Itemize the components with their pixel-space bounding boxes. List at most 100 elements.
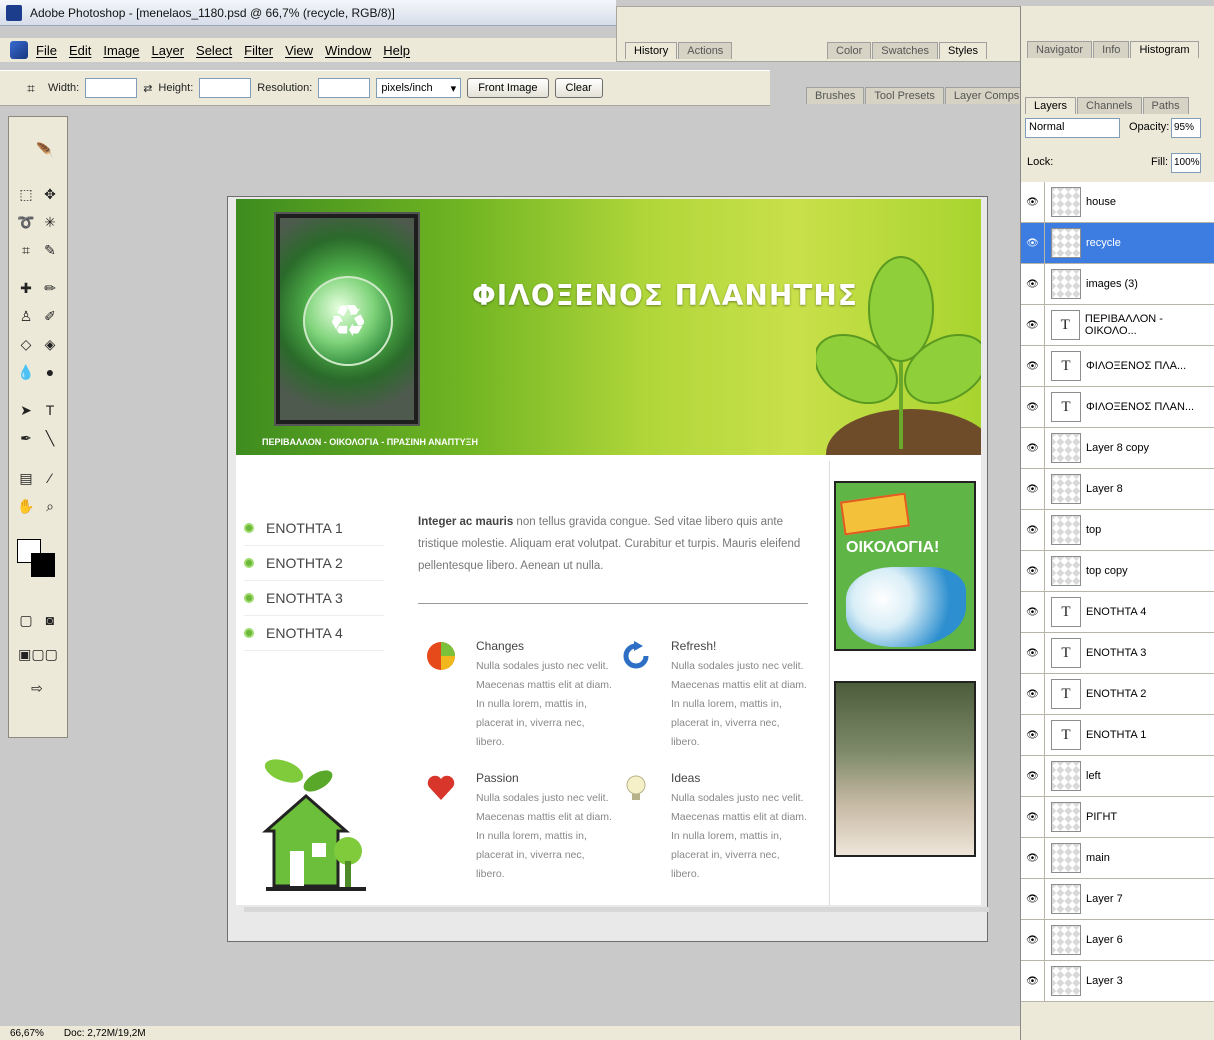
history-brush-tool-icon[interactable]: ✐ [39, 305, 61, 327]
photoshop-feather-icon[interactable] [10, 41, 28, 59]
move-tool-icon[interactable]: ✥ [39, 183, 61, 205]
layer-row[interactable]: 👁 top copy [1021, 551, 1214, 592]
tab-color[interactable]: Color [827, 42, 872, 59]
layer-row[interactable]: 👁 left [1021, 756, 1214, 797]
eye-icon[interactable]: 👁 [1021, 551, 1045, 591]
units-select[interactable]: pixels/inch ▾ [376, 78, 462, 98]
lasso-tool-icon[interactable]: ➰ [15, 211, 37, 233]
layer-row[interactable]: 👁 Layer 6 [1021, 920, 1214, 961]
eye-icon[interactable]: 👁 [1021, 920, 1045, 960]
nav-item-3[interactable]: ΕΝΟΤΗΤΑ 3 [244, 581, 384, 616]
layer-row[interactable]: 👁 Layer 8 [1021, 469, 1214, 510]
tab-swatches[interactable]: Swatches [872, 42, 938, 59]
layer-row[interactable]: 👁 main [1021, 838, 1214, 879]
eye-icon[interactable]: 👁 [1021, 182, 1045, 222]
magic-wand-tool-icon[interactable]: ✳ [39, 211, 61, 233]
layer-row[interactable]: 👁 recycle [1021, 223, 1214, 264]
tab-navigator[interactable]: Navigator [1027, 41, 1093, 58]
menu-select[interactable]: Select [196, 43, 232, 58]
layer-row[interactable]: 👁 T ΠΕΡΙΒΑΛΛΟΝ - ΟΙΚΟΛΟ... [1021, 305, 1214, 346]
layer-row[interactable]: 👁 T ΦΙΛΟΞΕΝΟΣ ΠΛΑ... [1021, 346, 1214, 387]
tab-layer-comps[interactable]: Layer Comps [944, 87, 1029, 104]
zoom-level[interactable]: 66,67% [10, 1028, 44, 1039]
tab-channels[interactable]: Channels [1077, 97, 1142, 114]
dodge-tool-icon[interactable]: ● [39, 361, 61, 383]
eye-icon[interactable]: 👁 [1021, 428, 1045, 468]
tab-actions[interactable]: Actions [678, 42, 733, 59]
notes-tool-icon[interactable]: ▤ [15, 467, 37, 489]
marquee-tool-icon[interactable]: ⬚ [15, 183, 37, 205]
eyedropper-tool-icon[interactable]: ⁄ [39, 467, 61, 489]
tab-history[interactable]: History [625, 42, 678, 59]
eye-icon[interactable]: 👁 [1021, 469, 1045, 509]
quick-mask-icon[interactable]: ◙ [39, 609, 61, 631]
standard-mode-icon[interactable]: ▢ [15, 609, 37, 631]
press-conference-photo[interactable] [834, 681, 976, 857]
front-image-button[interactable]: Front Image [467, 78, 549, 98]
eye-icon[interactable]: 👁 [1021, 346, 1045, 386]
menu-layer[interactable]: Layer [152, 43, 185, 58]
nav-item-2[interactable]: ΕΝΟΤΗΤΑ 2 [244, 546, 384, 581]
menu-filter[interactable]: Filter [244, 43, 273, 58]
height-input[interactable] [199, 78, 252, 98]
eye-icon[interactable]: 👁 [1021, 674, 1045, 714]
width-input[interactable] [85, 78, 138, 98]
doc-size[interactable]: Doc: 2,72M/19,2M [64, 1028, 146, 1039]
tab-tool-presets[interactable]: Tool Presets [865, 87, 944, 104]
type-tool-icon[interactable]: T [39, 399, 61, 421]
eye-icon[interactable]: 👁 [1021, 879, 1045, 919]
eraser-tool-icon[interactable]: ◇ [15, 333, 37, 355]
hand-tool-icon[interactable]: ✋ [15, 495, 37, 517]
tab-layers[interactable]: Layers [1025, 97, 1077, 114]
blur-tool-icon[interactable]: 💧 [15, 361, 37, 383]
layer-row[interactable]: 👁 T ΕΝΟΤΗΤΑ 1 [1021, 715, 1214, 756]
blend-mode-select[interactable]: Normal [1025, 118, 1120, 138]
ecology-ad-banner[interactable]: ΟΙΚΟΛΟΓΙΑ! [834, 481, 976, 651]
menu-image[interactable]: Image [103, 43, 139, 58]
eye-icon[interactable]: 👁 [1021, 633, 1045, 673]
layer-row[interactable]: 👁 images (3) [1021, 264, 1214, 305]
layer-row[interactable]: 👁 T ΕΝΟΤΗΤΑ 4 [1021, 592, 1214, 633]
document-canvas[interactable]: ♻ ΦΙΛΟΞΕΝΟΣ ΠΛΑΝΗΤΗΣ ΠΕΡΙΒΑΛΛΟΝ - ΟΙΚΟΛΟ… [227, 196, 989, 942]
eye-icon[interactable]: 👁 [1021, 387, 1045, 427]
swap-icon[interactable]: ⇄ [143, 82, 152, 95]
paint-bucket-tool-icon[interactable]: ◈ [39, 333, 61, 355]
line-tool-icon[interactable]: ╲ [39, 427, 61, 449]
eye-icon[interactable]: 👁 [1021, 305, 1045, 345]
tab-histogram[interactable]: Histogram [1130, 41, 1199, 58]
layer-row[interactable]: 👁 T ΕΝΟΤΗΤΑ 2 [1021, 674, 1214, 715]
layer-row[interactable]: 👁 T ΦΙΛΟΞΕΝΟΣ ΠΛΑΝ... [1021, 387, 1214, 428]
eye-icon[interactable]: 👁 [1021, 961, 1045, 1001]
screen-mode-icon[interactable]: ▣▢▢ [13, 643, 63, 665]
crop-tool-icon[interactable]: ⌗ [20, 77, 42, 99]
eye-icon[interactable]: 👁 [1021, 756, 1045, 796]
crop-tool-icon[interactable]: ⌗ [15, 239, 37, 261]
opacity-input[interactable]: 95% [1171, 118, 1201, 138]
menu-window[interactable]: Window [325, 43, 371, 58]
eye-icon[interactable]: 👁 [1021, 223, 1045, 263]
eye-icon[interactable]: 👁 [1021, 510, 1045, 550]
eye-icon[interactable]: 👁 [1021, 715, 1045, 755]
tab-brushes[interactable]: Brushes [806, 87, 865, 104]
tab-paths[interactable]: Paths [1142, 97, 1189, 114]
layer-row[interactable]: 👁 Layer 8 copy [1021, 428, 1214, 469]
brush-tool-icon[interactable]: ✏ [39, 277, 61, 299]
zoom-tool-icon[interactable]: ⌕ [39, 495, 61, 517]
fill-input[interactable]: 100% [1171, 153, 1201, 173]
menu-help[interactable]: Help [383, 43, 410, 58]
clone-stamp-tool-icon[interactable]: ♙ [15, 305, 37, 327]
path-selection-tool-icon[interactable]: ➤ [15, 399, 37, 421]
layer-row[interactable]: 👁 house [1021, 182, 1214, 223]
menu-view[interactable]: View [285, 43, 313, 58]
foreground-color-swatch[interactable] [31, 553, 55, 577]
nav-item-1[interactable]: ΕΝΟΤΗΤΑ 1 [244, 511, 384, 546]
layer-row[interactable]: 👁 Layer 7 [1021, 879, 1214, 920]
slice-tool-icon[interactable]: ✎ [39, 239, 61, 261]
eye-icon[interactable]: 👁 [1021, 592, 1045, 632]
layer-row[interactable]: 👁 ΡΙΓΗΤ [1021, 797, 1214, 838]
healing-brush-tool-icon[interactable]: ✚ [15, 277, 37, 299]
nav-item-4[interactable]: ΕΝΟΤΗΤΑ 4 [244, 616, 384, 651]
pen-tool-icon[interactable]: ✒ [15, 427, 37, 449]
jump-to-imageready-icon[interactable]: ⇨ [15, 677, 59, 699]
resolution-input[interactable] [318, 78, 371, 98]
